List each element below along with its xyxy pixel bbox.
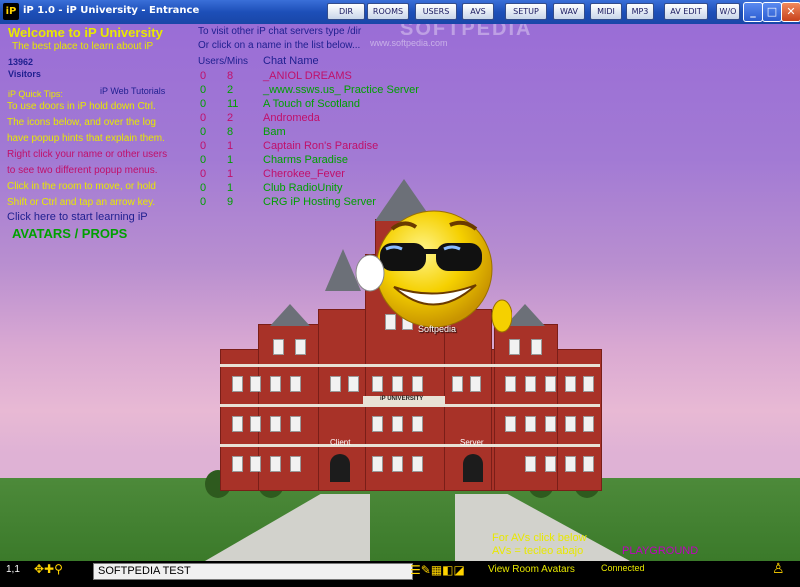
avatars-props-link[interactable]: AVATARS / PROPS xyxy=(12,226,127,241)
server-mins: 8 xyxy=(227,126,234,138)
server-mins: 1 xyxy=(227,154,234,166)
server-row[interactable]: 0 11 A Touch of Scotland xyxy=(0,98,460,112)
server-row[interactable]: 0 2 Andromeda xyxy=(0,112,460,126)
title-bar: iP iP 1.0 - iP University - Entrance DIR… xyxy=(0,0,800,24)
server-users: 0 xyxy=(200,182,207,194)
start-learning-link[interactable]: Click here to start learning iP xyxy=(7,211,148,223)
door-server-label: Server xyxy=(460,438,484,447)
server-instruction-2: Or click on a name in the list below... xyxy=(198,40,361,51)
col-users-mins: Users/Mins xyxy=(198,56,249,67)
room-scene[interactable]: SOFTPEDIA www.softpedia.com iP UNIVERSIT… xyxy=(0,24,800,561)
server-users: 0 xyxy=(200,98,207,110)
server-mins: 2 xyxy=(227,112,234,124)
server-mins: 2 xyxy=(227,84,234,96)
visitor-count: 13962 xyxy=(8,57,34,67)
status-bar: 1,1 ✥✚⚲ ☰✎▦◧◪ View Room Avatars Connecte… xyxy=(0,561,800,587)
server-users: 0 xyxy=(200,196,207,208)
menu-avs[interactable]: AVS xyxy=(462,3,494,20)
menu-midi[interactable]: MIDI xyxy=(590,3,622,20)
menu-users[interactable]: USERS xyxy=(415,3,457,20)
avatar-tools-icon[interactable]: ✥✚⚲ xyxy=(34,562,63,576)
server-row[interactable]: 0 8 _ANIOL DREAMS xyxy=(0,70,460,84)
view-room-avatars-link[interactable]: View Room Avatars xyxy=(488,564,575,575)
server-users: 0 xyxy=(200,70,207,82)
server-name: Andromeda xyxy=(263,112,320,124)
server-row[interactable]: 0 8 Bam xyxy=(0,126,460,140)
server-mins: 1 xyxy=(227,168,234,180)
close-button[interactable]: ✕ xyxy=(781,2,800,22)
server-mins: 1 xyxy=(227,182,234,194)
avs-instruction-2: AVs = tecleo abajo xyxy=(492,545,584,557)
menu-setup[interactable]: SETUP xyxy=(505,3,547,20)
menu-rooms[interactable]: ROOMS xyxy=(367,3,409,20)
server-name: Bam xyxy=(263,126,286,138)
server-name: CRG iP Hosting Server xyxy=(263,196,376,208)
maximize-button[interactable]: □ xyxy=(762,2,782,22)
server-name: Charms Paradise xyxy=(263,154,348,166)
bell-icon[interactable]: ♙ xyxy=(772,561,785,577)
avs-instruction-1: For AVs click below xyxy=(492,532,587,544)
server-mins: 1 xyxy=(227,140,234,152)
server-row[interactable]: 0 1 Captain Ron's Paradise xyxy=(0,140,460,154)
server-row[interactable]: 0 9 CRG iP Hosting Server xyxy=(0,196,460,210)
menu-wo[interactable]: W/O xyxy=(716,3,740,20)
server-users: 0 xyxy=(200,168,207,180)
server-instruction-1: To visit other iP chat servers type /dir xyxy=(198,26,362,37)
server-users: 0 xyxy=(200,154,207,166)
log-tools-icon[interactable]: ☰✎▦◧◪ xyxy=(410,563,465,577)
welcome-heading: Welcome to iP University xyxy=(8,25,163,40)
watermark-url: www.softpedia.com xyxy=(370,38,448,48)
server-users: 0 xyxy=(200,140,207,152)
minimize-button[interactable]: _ xyxy=(743,2,763,22)
server-users: 0 xyxy=(200,126,207,138)
door-client-label: Client xyxy=(330,438,351,447)
server-name: A Touch of Scotland xyxy=(263,98,361,110)
building-name: iP UNIVERSITY xyxy=(380,396,424,402)
server-users: 0 xyxy=(200,84,207,96)
server-mins: 11 xyxy=(227,98,239,110)
server-name: Cherokee_Fever xyxy=(263,168,345,180)
server-mins: 8 xyxy=(227,70,234,82)
tagline: The best place to learn about iP xyxy=(12,41,154,52)
col-chat-name: Chat Name xyxy=(263,55,319,67)
menu-mp3[interactable]: MP3 xyxy=(626,3,654,20)
app-icon[interactable]: iP xyxy=(3,3,19,20)
server-row[interactable]: 0 2 _www.ssws.us_ Practice Server xyxy=(0,84,460,98)
server-name: Club RadioUnity xyxy=(263,182,343,194)
server-mins: 9 xyxy=(227,196,234,208)
coords-readout: 1,1 xyxy=(6,564,20,575)
door-server[interactable] xyxy=(463,454,483,482)
menu-wav[interactable]: WAV xyxy=(553,3,585,20)
server-name: Captain Ron's Paradise xyxy=(263,140,379,152)
server-name: _www.ssws.us_ Practice Server xyxy=(263,84,419,96)
chat-input[interactable] xyxy=(93,563,413,580)
connection-status: Connected xyxy=(601,563,645,573)
menu-dir[interactable]: DIR xyxy=(327,3,365,20)
server-row[interactable]: 0 1 Cherokee_Fever xyxy=(0,168,460,182)
server-row[interactable]: 0 1 Club RadioUnity xyxy=(0,182,460,196)
server-users: 0 xyxy=(200,112,207,124)
server-name: _ANIOL DREAMS xyxy=(263,70,352,82)
playground-link[interactable]: PLAYGROUND xyxy=(622,545,698,557)
menu-av-edit[interactable]: AV EDIT xyxy=(664,3,708,20)
window-title: iP 1.0 - iP University - Entrance xyxy=(23,5,200,16)
server-row[interactable]: 0 1 Charms Paradise xyxy=(0,154,460,168)
door-client[interactable] xyxy=(330,454,350,482)
avatar-name-label: Softpedia xyxy=(418,324,457,334)
